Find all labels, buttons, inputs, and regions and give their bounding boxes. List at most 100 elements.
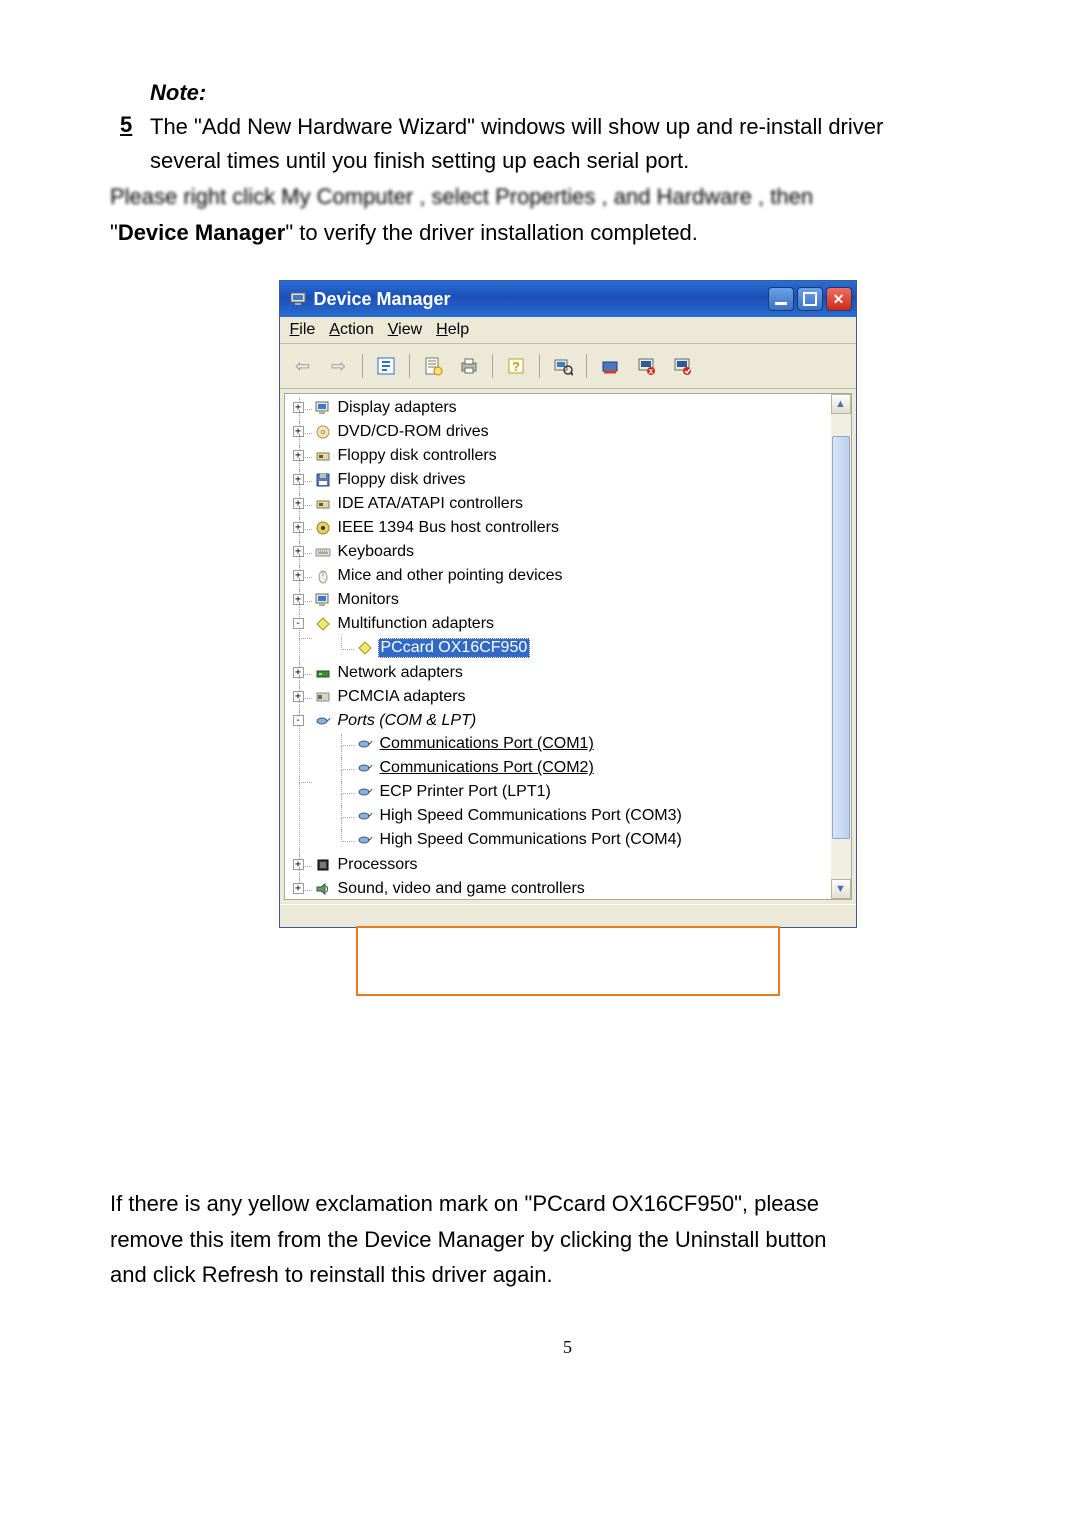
tree-label: IEEE 1394 Bus host controllers	[336, 519, 561, 537]
tree-item-multifunction[interactable]: - Multifunction adapters PCcard OX16CF95…	[295, 614, 831, 663]
expand-toggle[interactable]: +	[293, 426, 304, 437]
verify-suffix: " to verify the driver installation comp…	[285, 220, 698, 245]
tree-item-processors[interactable]: + Processors	[295, 855, 831, 879]
expand-toggle[interactable]: +	[293, 883, 304, 894]
forward-button[interactable]: ⇨	[324, 351, 354, 381]
step-number: 5	[120, 112, 132, 138]
expand-toggle[interactable]: +	[293, 498, 304, 509]
menu-help[interactable]: Help	[436, 321, 469, 339]
scroll-thumb[interactable]	[832, 436, 850, 839]
scroll-up-button[interactable]: ▲	[831, 394, 851, 414]
device-tree[interactable]: + Display adapters + DVD/CD-ROM drives +…	[285, 394, 831, 899]
tree-label: Multifunction adapters	[336, 615, 497, 633]
close-button[interactable]: ✕	[826, 287, 852, 311]
tree-item-display-adapters[interactable]: + Display adapters	[295, 398, 831, 422]
keyboard-icon	[315, 544, 332, 561]
monitor-icon	[315, 592, 332, 609]
expand-toggle[interactable]: +	[293, 667, 304, 678]
after-line-1: If there is any yellow exclamation mark …	[110, 1186, 1025, 1221]
tree-item-ieee1394[interactable]: + IEEE 1394 Bus host controllers	[295, 518, 831, 542]
tree-item-network[interactable]: + Network adapters	[295, 663, 831, 687]
expand-toggle[interactable]: +	[293, 450, 304, 461]
toolbar-extra-3[interactable]	[667, 351, 697, 381]
scan-button[interactable]	[548, 351, 578, 381]
display-icon	[315, 400, 332, 417]
device-manager-wrap: Device Manager ✕ File Action View Help ⇦…	[110, 280, 1025, 928]
tree-item-mice[interactable]: + Mice and other pointing devices	[295, 566, 831, 590]
maximize-button[interactable]	[797, 287, 823, 311]
floppy-drive-icon	[315, 472, 332, 489]
tree-item-ports[interactable]: - Ports (COM & LPT) Communications Port …	[295, 711, 831, 855]
menu-file[interactable]: File	[290, 321, 316, 339]
toolbar-extra-1[interactable]	[595, 351, 625, 381]
menu-view[interactable]: View	[388, 321, 422, 339]
minimize-button[interactable]	[768, 287, 794, 311]
back-button[interactable]: ⇦	[288, 351, 318, 381]
verify-bold: Device Manager	[118, 220, 286, 245]
tree-item-floppy-drives[interactable]: + Floppy disk drives	[295, 470, 831, 494]
tree-item-pccard[interactable]: PCcard OX16CF950	[337, 637, 831, 662]
blurred-instruction-line: Please right click My Computer , select …	[110, 180, 1025, 214]
expand-toggle[interactable]: +	[293, 402, 304, 413]
expand-toggle[interactable]: +	[293, 522, 304, 533]
svg-text:X: X	[648, 369, 653, 376]
toolbar-separator	[362, 354, 363, 378]
floppy-ctrl-icon	[315, 448, 332, 465]
verify-prefix: "	[110, 220, 118, 245]
tree-label: Communications Port (COM2)	[378, 759, 596, 777]
app-icon	[288, 289, 308, 309]
port-icon	[357, 832, 374, 849]
expand-toggle[interactable]: +	[293, 570, 304, 581]
tree-item-monitors[interactable]: + Monitors	[295, 590, 831, 614]
tree-label: ECP Printer Port (LPT1)	[378, 783, 553, 801]
tree-item-ide[interactable]: + IDE ATA/ATAPI controllers	[295, 494, 831, 518]
up-button[interactable]	[371, 351, 401, 381]
page-number: 5	[110, 1337, 1025, 1358]
scroll-track[interactable]	[832, 414, 850, 879]
tree-label: Network adapters	[336, 664, 465, 682]
tree-label: IDE ATA/ATAPI controllers	[336, 495, 526, 513]
tree-item-com4[interactable]: High Speed Communications Port (COM4)	[337, 830, 831, 854]
multifunc-icon	[357, 640, 374, 657]
properties-button[interactable]	[418, 351, 448, 381]
expand-toggle[interactable]: -	[293, 618, 304, 629]
tree-label: PCMCIA adapters	[336, 688, 468, 706]
tree-item-sound[interactable]: + Sound, video and game controllers	[295, 879, 831, 899]
tree-area: + Display adapters + DVD/CD-ROM drives +…	[284, 393, 852, 900]
help-button[interactable]: ?	[501, 351, 531, 381]
scroll-down-button[interactable]: ▼	[831, 879, 851, 899]
tree-label: Ports (COM & LPT)	[336, 712, 479, 730]
menu-action[interactable]: Action	[329, 321, 373, 339]
toolbar-separator	[539, 354, 540, 378]
after-line-3: and click Refresh to reinstall this driv…	[110, 1257, 1025, 1292]
tree-item-keyboards[interactable]: + Keyboards	[295, 542, 831, 566]
properties-icon	[423, 356, 443, 376]
tree-item-pcmcia[interactable]: + PCMCIA adapters	[295, 687, 831, 711]
expand-toggle[interactable]: +	[293, 594, 304, 605]
svg-text:?: ?	[512, 359, 520, 374]
tree-item-com1[interactable]: Communications Port (COM1)	[337, 734, 831, 758]
expand-toggle[interactable]: +	[293, 691, 304, 702]
close-icon: ✕	[833, 291, 845, 308]
expand-toggle[interactable]: +	[293, 859, 304, 870]
expand-toggle[interactable]: +	[293, 546, 304, 557]
tree-item-lpt1[interactable]: ECP Printer Port (LPT1)	[337, 782, 831, 806]
callout-box	[356, 926, 780, 996]
tree-item-com2[interactable]: Communications Port (COM2)	[337, 758, 831, 782]
titlebar[interactable]: Device Manager ✕	[280, 281, 856, 317]
port-icon	[357, 784, 374, 801]
tree-root: + Display adapters + DVD/CD-ROM drives +…	[285, 398, 831, 899]
chevron-down-icon: ▼	[835, 883, 846, 895]
tree-label: Keyboards	[336, 543, 417, 561]
tree-label: Monitors	[336, 591, 401, 609]
note-body-line-2: several times until you finish setting u…	[150, 144, 1005, 178]
expand-toggle[interactable]: -	[293, 715, 304, 726]
maximize-icon	[803, 292, 817, 306]
tree-item-com3[interactable]: High Speed Communications Port (COM3)	[337, 806, 831, 830]
toolbar-extra-2[interactable]: X	[631, 351, 661, 381]
expand-toggle[interactable]: +	[293, 474, 304, 485]
print-button[interactable]	[454, 351, 484, 381]
tree-item-dvd[interactable]: + DVD/CD-ROM drives	[295, 422, 831, 446]
vertical-scrollbar[interactable]: ▲ ▼	[831, 394, 851, 899]
tree-item-floppy-ctrl[interactable]: + Floppy disk controllers	[295, 446, 831, 470]
